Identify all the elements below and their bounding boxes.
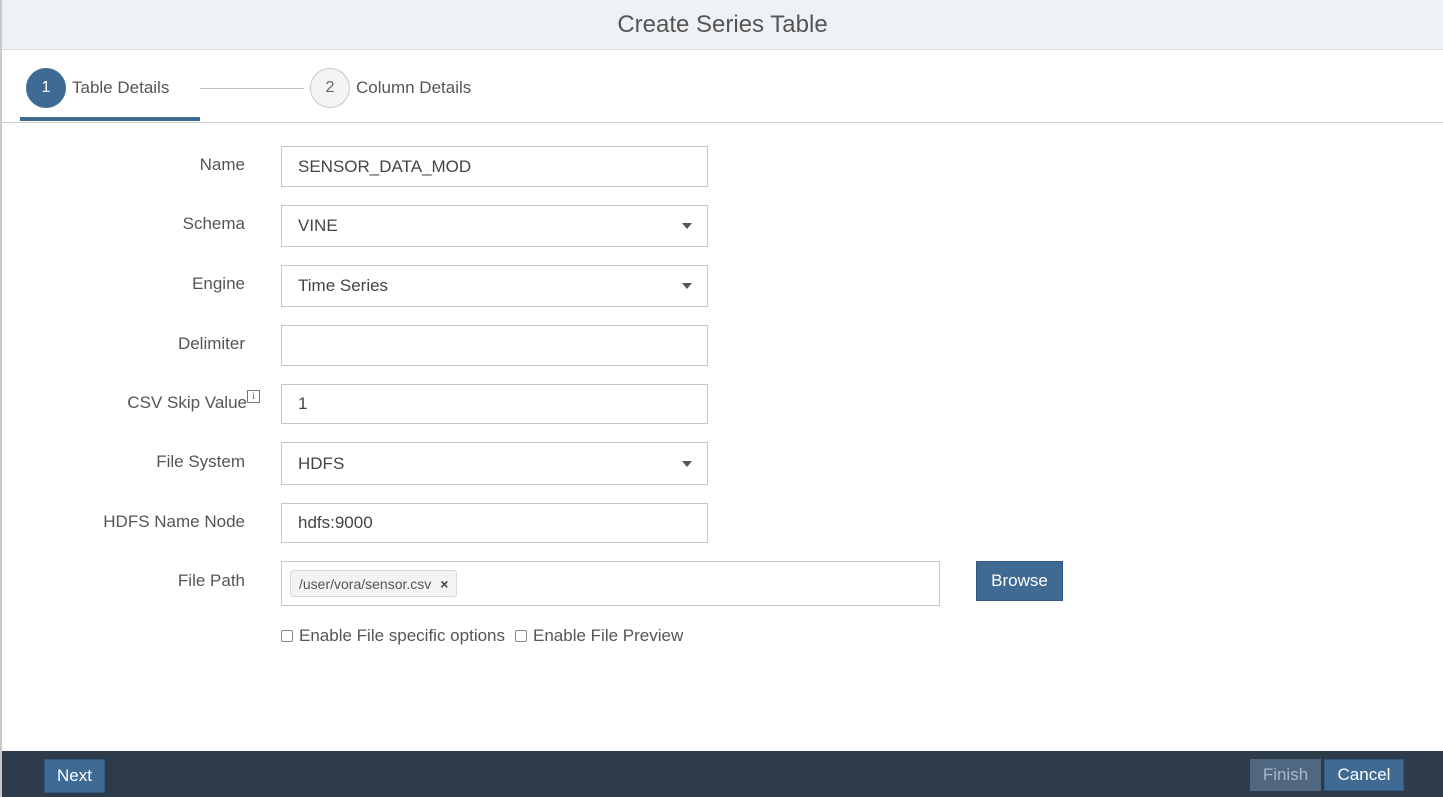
dialog-header: Create Series Table xyxy=(2,0,1443,50)
step-1-circle: 1 xyxy=(26,68,66,108)
file-path-token-text: /user/vora/sensor.csv xyxy=(299,575,432,592)
delimiter-input[interactable] xyxy=(281,325,708,366)
schema-value: VINE xyxy=(298,216,338,235)
file-system-label: File System xyxy=(156,452,245,471)
browse-button[interactable]: Browse xyxy=(976,561,1063,601)
enable-file-specific-options[interactable]: Enable File specific options xyxy=(281,626,505,646)
enable-file-preview[interactable]: Enable File Preview xyxy=(515,626,683,646)
csv-skip-label-wrap: CSV Skip Value i xyxy=(0,390,260,413)
engine-label: Engine xyxy=(192,274,245,293)
file-preview-label: Enable File Preview xyxy=(533,626,684,645)
csv-skip-input[interactable] xyxy=(281,384,708,424)
engine-select[interactable]: Time Series xyxy=(281,265,708,307)
name-label: Name xyxy=(199,155,245,174)
cancel-button[interactable]: Cancel xyxy=(1324,759,1404,791)
wizard-stepper: 1 Table Details 2 Column Details xyxy=(2,50,1443,123)
file-specific-label: Enable File specific options xyxy=(299,626,506,645)
delimiter-label: Delimiter xyxy=(177,334,245,353)
remove-token-icon[interactable]: × xyxy=(440,576,448,592)
chevron-down-icon xyxy=(682,283,692,289)
dialog-title: Create Series Table xyxy=(617,10,828,38)
hdfs-name-node-input[interactable] xyxy=(281,503,708,543)
file-path-input[interactable]: /user/vora/sensor.csv × xyxy=(281,561,940,606)
dialog-footer: Next Finish Cancel xyxy=(2,751,1443,797)
step-column-details[interactable]: 2 Column Details xyxy=(310,68,471,108)
file-preview-checkbox[interactable] xyxy=(515,630,528,642)
step-table-details[interactable]: 1 Table Details xyxy=(26,68,169,108)
file-specific-checkbox[interactable] xyxy=(281,630,293,642)
file-system-value: HDFS xyxy=(298,453,345,473)
file-path-label: File Path xyxy=(177,571,245,590)
finish-button[interactable]: Finish xyxy=(1250,759,1321,791)
step-connector xyxy=(200,88,304,89)
next-button[interactable]: Next xyxy=(44,759,105,793)
file-system-select[interactable]: HDFS xyxy=(281,442,708,485)
file-options-row: Enable File specific options Enable File… xyxy=(281,626,693,646)
csv-skip-label: CSV Skip Value xyxy=(127,393,247,412)
schema-label: Schema xyxy=(182,214,245,233)
schema-select[interactable]: VINE xyxy=(281,205,708,247)
step-2-circle: 2 xyxy=(310,68,350,108)
chevron-down-icon xyxy=(682,223,692,229)
info-icon[interactable]: i xyxy=(247,390,260,403)
file-path-token: /user/vora/sensor.csv × xyxy=(290,570,458,597)
active-step-indicator xyxy=(20,117,200,121)
chevron-down-icon xyxy=(682,460,692,467)
name-input[interactable] xyxy=(281,146,708,187)
step-2-label: Column Details xyxy=(356,78,472,97)
step-1-label: Table Details xyxy=(72,78,170,97)
hdfs-name-node-label: HDFS Name Node xyxy=(103,512,245,531)
engine-value: Time Series xyxy=(298,276,389,295)
